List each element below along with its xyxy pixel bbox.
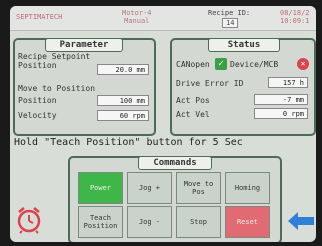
jog-minus-button[interactable]: Jog - [127,206,172,238]
error-x-icon: ✕ [297,58,309,70]
check-icon: ✓ [215,58,227,70]
mode-name: Manual [124,17,150,25]
act-pos-value: -7 mm [254,94,308,105]
back-arrow-icon[interactable] [288,212,314,230]
status-title: Status [208,38,280,52]
move-to-position-label: Move to Position [18,84,96,93]
motor-mode: Motor-4 Manual [122,9,152,25]
stop-button[interactable]: Stop [176,206,221,238]
recipe-id-label: Recipe ID: [208,9,251,17]
teach-position-button[interactable]: Teach Position [78,206,123,238]
canopen-label: CANopen [176,60,210,69]
act-vel-label: Act Vel [176,110,210,119]
commands-panel: Commands Power Jog + Move to Pos Homing … [68,156,282,242]
time: 10:09:1 [280,17,310,25]
status-panel: Status CANopen ✓ Device/MCB ✕ Drive Erro… [170,38,316,136]
drive-error-label: Drive Error ID [176,79,244,88]
date-time: 08/18/2 10:09:1 [280,9,310,25]
motor-name: Motor-4 [122,9,152,17]
act-vel-value: 0 rpm [254,108,308,119]
velocity-input[interactable]: 60 rpm [97,110,149,121]
power-button[interactable]: Power [78,172,123,204]
reset-button[interactable]: Reset [225,206,270,238]
instruction-message: Hold "Teach Position" button for 5 Sec [14,137,243,148]
parameter-title: Parameter [45,38,123,52]
recipe-id-value[interactable]: 14 [222,18,239,28]
act-pos-label: Act Pos [176,96,210,105]
recipe-setpoint-value: 20.0 mm [97,64,149,75]
drive-error-value: 157 h [268,77,308,88]
parameter-panel: Parameter Recipe Setpoint Position 20.0 … [13,38,156,136]
company-name: SEPTIMATECH [16,13,63,21]
recipe-setpoint-label: Recipe Setpoint Position [18,52,91,70]
top-bar: SEPTIMATECH Motor-4 Manual Recipe ID: 14… [10,6,316,31]
homing-button[interactable]: Homing [225,172,270,204]
position-input[interactable]: 100 mm [97,95,149,106]
alarm-clock-icon[interactable] [16,206,42,234]
jog-plus-button[interactable]: Jog + [127,172,172,204]
device-mcb-label: Device/MCB [230,60,279,69]
commands-title: Commands [138,156,212,170]
hmi-screen: SEPTIMATECH Motor-4 Manual Recipe ID: 14… [10,6,316,242]
date: 08/18/2 [280,9,310,17]
move-to-pos-button[interactable]: Move to Pos [176,172,221,204]
velocity-label: Velocity [18,111,57,120]
position-label: Position [18,96,57,105]
